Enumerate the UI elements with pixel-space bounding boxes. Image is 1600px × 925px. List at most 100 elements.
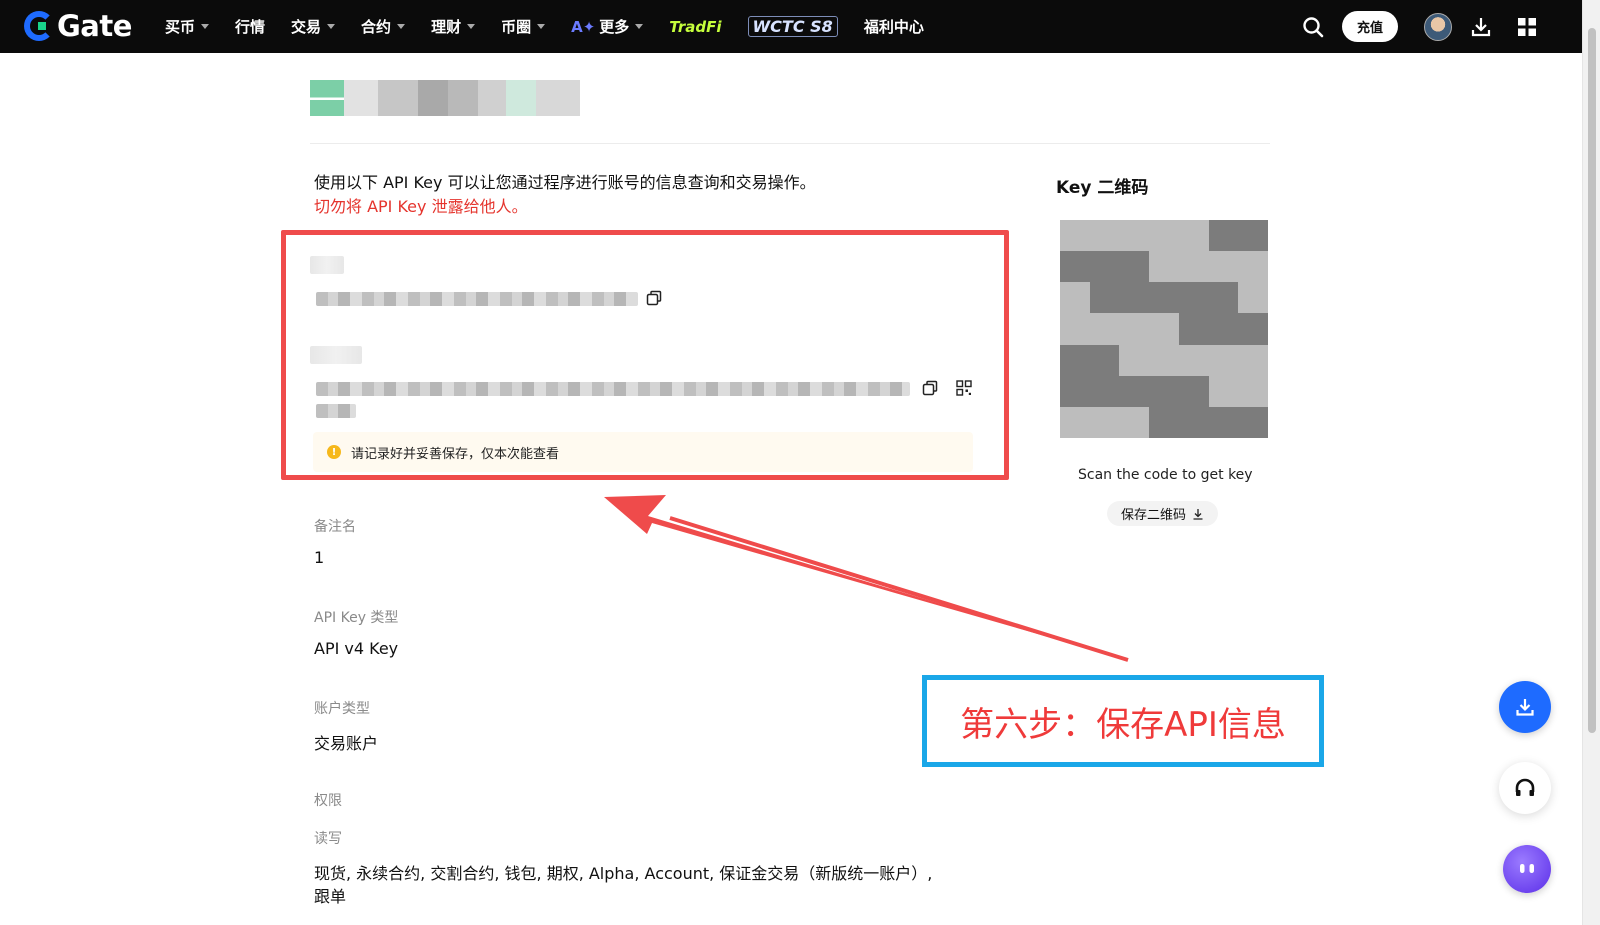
ai-sparkle-icon: A✦ — [571, 17, 596, 36]
save-qr-button[interactable]: 保存二维码 — [1107, 501, 1219, 526]
qr-caption: Scan the code to get key — [1078, 467, 1253, 483]
api-key-intro: 使用以下 API Key 可以让您通过程序进行账号的信息查询和交易操作。 切勿将… — [314, 171, 816, 219]
annotation-box: 第六步：保存API信息 — [922, 675, 1324, 767]
qr-cell — [1060, 313, 1090, 345]
qr-cell — [1149, 313, 1179, 345]
chevron-down-icon — [397, 24, 406, 29]
qr-cell — [1089, 313, 1120, 345]
chevron-down-icon — [635, 24, 644, 29]
nav-square[interactable]: 币圈 — [501, 16, 546, 37]
permissions-line-2: 跟单 — [314, 887, 347, 906]
qr-cell — [1178, 282, 1209, 314]
field-value: 1 — [314, 548, 325, 567]
qr-cell — [1060, 282, 1090, 314]
qr-cell — [1119, 313, 1150, 345]
qr-cell — [1060, 344, 1090, 376]
qr-cell — [1089, 282, 1120, 314]
qr-cell — [1208, 282, 1239, 314]
ai-assistant-fab[interactable] — [1503, 845, 1551, 893]
qr-cell — [1060, 220, 1090, 252]
intro-text: 使用以下 API Key 可以让您通过程序进行账号的信息查询和交易操作。 — [314, 173, 816, 192]
nav-futures[interactable]: 合约 — [361, 16, 406, 37]
save-qr-label: 保存二维码 — [1121, 508, 1187, 523]
download-icon — [1193, 508, 1203, 520]
qr-title: Key 二维码 — [1056, 178, 1149, 198]
assistant-eyes-icon — [1520, 864, 1534, 873]
chevron-down-icon — [467, 24, 476, 29]
headset-icon — [1515, 778, 1535, 796]
leak-warning-text: 切勿将 API Key 泄露给他人。 — [314, 197, 528, 216]
nav-tradfi[interactable]: TradFi — [669, 18, 721, 36]
field-permissions: 权限 读写 现货, 永续合约, 交割合约, 钱包, 期权, Alpha, Acc… — [314, 790, 932, 908]
qr-cell — [1149, 251, 1179, 283]
nav-trade[interactable]: 交易 — [291, 16, 336, 37]
deposit-button[interactable]: 充值 — [1341, 11, 1398, 42]
qr-cell — [1178, 375, 1209, 407]
permissions-line-1: 现货, 永续合约, 交割合约, 钱包, 期权, Alpha, Account, … — [314, 864, 933, 883]
qr-cell — [1089, 406, 1120, 438]
user-avatar[interactable] — [1424, 12, 1452, 41]
qr-cell — [1238, 282, 1268, 314]
qr-cell — [1149, 282, 1179, 314]
field-label: 备注名 — [314, 519, 356, 535]
permissions-value: 现货, 永续合约, 交割合约, 钱包, 期权, Alpha, Account, … — [314, 862, 932, 908]
qr-cell — [1149, 406, 1179, 438]
chevron-down-icon — [537, 24, 546, 29]
qr-cell — [1208, 344, 1239, 376]
qr-cell — [1089, 375, 1120, 407]
qr-cell — [1178, 313, 1209, 345]
field-value: 交易账户 — [314, 734, 379, 753]
apps-grid-icon[interactable] — [1510, 10, 1544, 44]
qr-cell — [1060, 375, 1090, 407]
highlight-box — [281, 230, 1009, 480]
download-app-fab[interactable] — [1499, 681, 1551, 733]
scrollbar[interactable] — [1582, 0, 1600, 925]
search-icon[interactable] — [1296, 10, 1330, 44]
field-label: 账户类型 — [314, 701, 370, 717]
nav-wctc[interactable]: WCTC S8 — [747, 16, 838, 37]
nav-markets[interactable]: 行情 — [235, 16, 265, 37]
chevron-down-icon — [327, 24, 336, 29]
field-remark: 备注名 1 — [314, 516, 356, 567]
gate-logo-icon — [24, 11, 54, 41]
top-nav-bar: Gate 买币 行情 交易 合约 理财 币圈 A✦ 更多 TradFi WCTC … — [0, 0, 1582, 53]
qr-cell — [1178, 251, 1209, 283]
qr-cell — [1208, 313, 1239, 345]
qr-cell — [1119, 344, 1150, 376]
qr-cell — [1208, 406, 1239, 438]
permissions-sub-label: 读写 — [314, 831, 342, 847]
nav-more[interactable]: A✦ 更多 — [571, 16, 644, 37]
download-app-icon[interactable] — [1464, 10, 1498, 44]
header-divider — [310, 143, 1270, 144]
qr-cell — [1178, 406, 1209, 438]
qr-cell — [1208, 220, 1239, 252]
nav-rewards-hub[interactable]: 福利中心 — [864, 16, 924, 37]
qr-cell — [1119, 220, 1150, 252]
field-label: API Key 类型 — [314, 610, 399, 626]
scroll-thumb[interactable] — [1588, 28, 1596, 733]
qr-cell — [1238, 220, 1268, 252]
customer-support-fab[interactable] — [1499, 762, 1551, 814]
qr-cell — [1089, 344, 1120, 376]
qr-cell — [1119, 251, 1150, 283]
qr-cell — [1208, 251, 1239, 283]
gate-logo[interactable]: Gate — [24, 9, 132, 43]
page-title-redacted — [310, 80, 590, 116]
nav-earn[interactable]: 理财 — [431, 16, 476, 37]
qr-cell — [1119, 375, 1150, 407]
qr-cell — [1178, 220, 1209, 252]
field-api-key-type: API Key 类型 API v4 Key — [314, 607, 398, 658]
qr-cell — [1238, 251, 1268, 283]
qr-cell — [1238, 406, 1268, 438]
qr-cell — [1119, 282, 1150, 314]
qr-cell — [1178, 344, 1209, 376]
qr-cell — [1238, 344, 1268, 376]
qr-cell — [1208, 375, 1239, 407]
top-bar-actions: 充值 — [1284, 0, 1544, 53]
qr-cell — [1149, 344, 1179, 376]
download-icon — [1516, 699, 1534, 716]
qr-code-redacted — [1060, 220, 1268, 438]
qr-cell — [1060, 251, 1090, 283]
nav-buy-crypto[interactable]: 买币 — [165, 16, 210, 37]
qr-cell — [1060, 406, 1090, 438]
